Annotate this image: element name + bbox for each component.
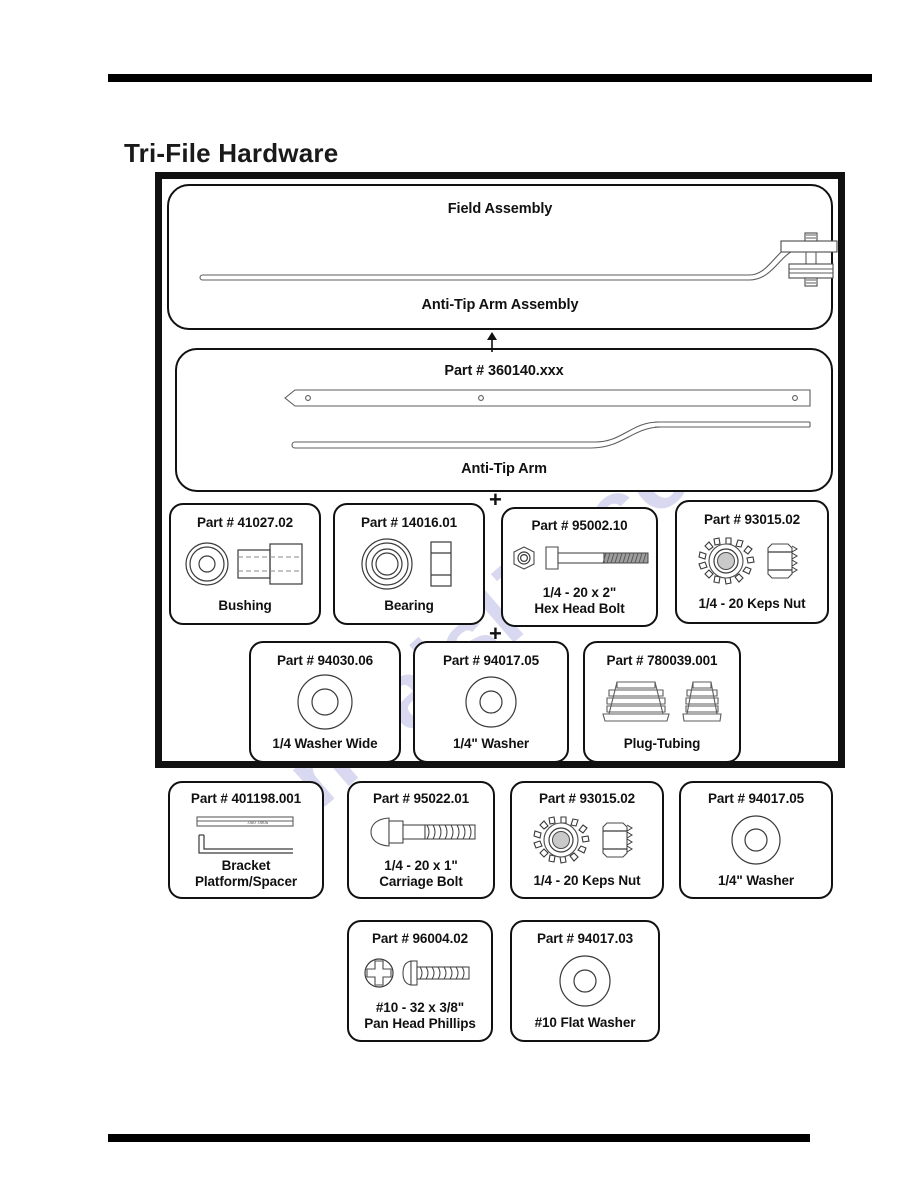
part-number: Part # 95002.10 <box>531 518 628 533</box>
part-number: Part # 94017.05 <box>707 791 805 806</box>
part-name: 1/4" Washer <box>717 873 795 889</box>
part-number: Part # 94017.05 <box>442 653 540 668</box>
part-name: Pan Head Phillips <box>364 1016 476 1032</box>
part-name: Bushing <box>218 598 272 614</box>
header-rule <box>108 74 872 82</box>
arm-part-number: Part # 360140.xxx <box>444 363 564 379</box>
part-name: Hex Head Bolt <box>534 601 625 617</box>
part-name: 1/4 - 20 Keps Nut <box>698 596 806 612</box>
anti-tip-arm-drawing <box>203 384 815 462</box>
part-name: Bracket <box>221 858 271 874</box>
part-number: Part # 95022.01 <box>372 791 470 806</box>
part-number: Part # 93015.02 <box>703 512 801 527</box>
part-number: Part # 14016.01 <box>360 515 458 530</box>
part-card-bushing: Part # 41027.02 Bushing <box>169 503 321 625</box>
keps-nut-icon <box>512 806 662 873</box>
keps-nut-icon <box>677 527 827 596</box>
bearing-icon <box>335 530 483 598</box>
part-card-bracket: Part # 401198.001 .050 .0005 Bracket Pla… <box>168 781 324 899</box>
plug-tubing-icon <box>585 668 739 736</box>
part-card-washer-1: Part # 94017.05 1/4" Washer <box>413 641 569 763</box>
part-card-plug-tubing: Part # 780039.001 Plug-Tubing <box>583 641 741 763</box>
footer-rule <box>108 1134 810 1142</box>
part-card-flat-washer: Part # 94017.03 #10 Flat Washer <box>510 920 660 1042</box>
part-name-line2: Platform/Spacer <box>194 874 298 890</box>
part-number: Part # 93015.02 <box>538 791 636 806</box>
washer-icon <box>415 668 567 736</box>
hex-head-bolt-icon <box>503 533 656 585</box>
part-name: Plug-Tubing <box>623 736 701 752</box>
part-name: #10 Flat Washer <box>534 1015 636 1031</box>
part-name: Bearing <box>384 598 434 614</box>
anti-tip-arm-assembly-drawing <box>189 224 838 292</box>
bracket-icon: .050 .0005 <box>170 806 322 858</box>
field-assembly-panel: Field Assembly Anti-Tip Arm Assembly <box>167 184 838 330</box>
part-spec: 1/4 - 20 x 2" <box>542 585 617 601</box>
part-number: Part # 94030.06 <box>276 653 374 668</box>
washer-icon <box>681 806 831 873</box>
part-number: Part # 401198.001 <box>190 791 302 806</box>
part-card-keps-nut-2: Part # 93015.02 1/4 - 20 Keps Nut <box>510 781 664 899</box>
field-assembly-label: Field Assembly <box>447 201 553 217</box>
pan-head-phillips-icon <box>349 946 491 1000</box>
part-number: Part # 96004.02 <box>371 931 469 946</box>
part-name: 1/4 Washer Wide <box>272 736 378 752</box>
arrow-up-icon <box>484 332 500 352</box>
part-card-bearing: Part # 14016.01 Bearing <box>333 503 485 625</box>
part-name: 1/4 - 20 Keps Nut <box>533 873 641 889</box>
part-card-hex-head-bolt: Part # 95002.10 1/4 - 20 x 2" Hex Head B… <box>501 507 658 627</box>
flat-washer-icon <box>512 946 658 1015</box>
part-number: Part # 94017.03 <box>536 931 634 946</box>
part-card-wide-washer: Part # 94030.06 1/4 Washer Wide <box>249 641 401 763</box>
part-number: Part # 780039.001 <box>606 653 718 668</box>
part-card-keps-nut-1: Part # 93015.02 1/4 - 20 Keps Nut <box>675 500 829 624</box>
part-card-washer-2: Part # 94017.05 1/4" Washer <box>679 781 833 899</box>
anti-tip-arm-label: Anti-Tip Arm <box>461 460 547 477</box>
wide-washer-icon <box>251 668 399 736</box>
part-name: 1/4" Washer <box>452 736 530 752</box>
anti-tip-arm-panel: Part # 360140.xxx Anti-Tip Arm <box>175 348 833 492</box>
svg-text:.050 .0005: .050 .0005 <box>247 820 269 825</box>
part-spec: #10 - 32 x 3/8" <box>375 1000 465 1016</box>
part-spec: 1/4 - 20 x 1" <box>384 858 458 874</box>
document-page: manualslib.com Tri-File Hardware Field A… <box>0 0 918 1188</box>
part-name: Carriage Bolt <box>379 874 463 890</box>
bushing-icon <box>171 530 319 598</box>
anti-tip-arm-assembly-label: Anti-Tip Arm Assembly <box>421 296 579 313</box>
page-title: Tri-File Hardware <box>124 138 339 168</box>
part-card-carriage-bolt: Part # 95022.01 1/4 - 20 x 1" Carriage B… <box>347 781 495 899</box>
plus-separator-2: + <box>489 621 502 646</box>
plus-separator-1: + <box>489 487 502 512</box>
carriage-bolt-icon <box>349 806 493 858</box>
part-card-pan-head-phillips: Part # 96004.02 #10 - 32 x 3/8" Pan Head… <box>347 920 493 1042</box>
part-number: Part # 41027.02 <box>196 515 294 530</box>
